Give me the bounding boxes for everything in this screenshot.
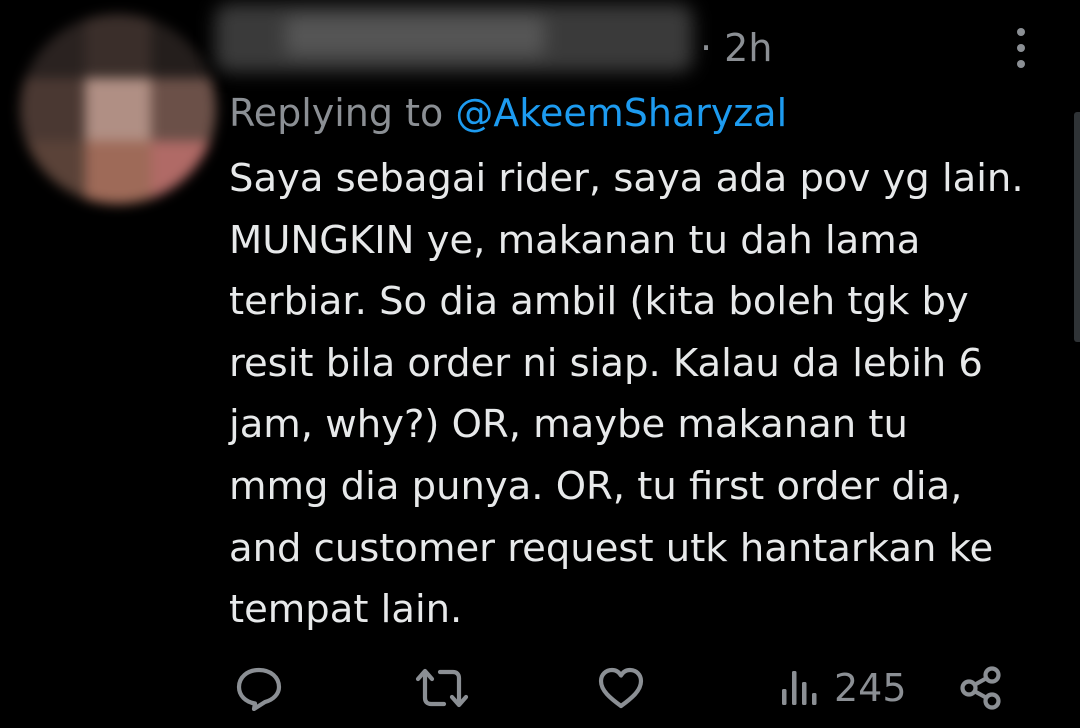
tweet-text-line: Saya sebagai rider, saya ada pov yg lain… bbox=[229, 156, 1024, 201]
replying-to-handle-link[interactable]: @AkeemSharyzal bbox=[455, 91, 787, 135]
like-button[interactable] bbox=[596, 660, 646, 716]
replying-to-label: Replying to bbox=[229, 91, 456, 135]
share-icon bbox=[960, 666, 1001, 710]
share-button[interactable] bbox=[958, 660, 1004, 716]
views-button[interactable]: 245 bbox=[776, 660, 907, 716]
more-options-icon[interactable] bbox=[1002, 26, 1040, 70]
views-bar-chart-icon bbox=[782, 671, 817, 705]
author-name-redacted[interactable] bbox=[215, 4, 693, 72]
retweet-icon bbox=[415, 668, 469, 708]
avatar[interactable] bbox=[20, 14, 216, 204]
reply-icon bbox=[236, 667, 282, 711]
reply-button[interactable] bbox=[234, 660, 284, 716]
tweet-text-line: jam, why?) OR, maybe makanan tu bbox=[229, 402, 908, 448]
tweet-text-line: tempat lain. bbox=[229, 587, 463, 633]
tweet-text: Saya sebagai rider, saya ada pov yg lain… bbox=[229, 148, 1059, 641]
tweet-text-line: MUNGKIN ye, makanan tu dah lama bbox=[229, 217, 921, 263]
tweet-actions-bar: 245 bbox=[0, 660, 1080, 716]
tweet-text-line: and customer request utk hantarkan ke bbox=[229, 525, 994, 571]
replying-to: Replying to @AkeemSharyzal bbox=[229, 88, 787, 138]
tweet-card[interactable]: · 2h Replying to @AkeemSharyzal Saya seb… bbox=[0, 0, 1080, 728]
tweet-text-line: terbiar. So dia ambil (kita boleh tgk by bbox=[229, 279, 969, 325]
retweet-button[interactable] bbox=[414, 660, 470, 716]
views-count: 245 bbox=[834, 666, 907, 710]
heart-icon bbox=[598, 667, 644, 709]
tweet-timestamp[interactable]: · 2h bbox=[700, 22, 772, 74]
tweet-text-line: mmg dia punya. OR, tu first order dia, bbox=[229, 463, 963, 509]
scroll-edge bbox=[1074, 112, 1080, 342]
tweet-text-line: resit bila order ni siap. Kalau da lebih… bbox=[229, 340, 983, 386]
